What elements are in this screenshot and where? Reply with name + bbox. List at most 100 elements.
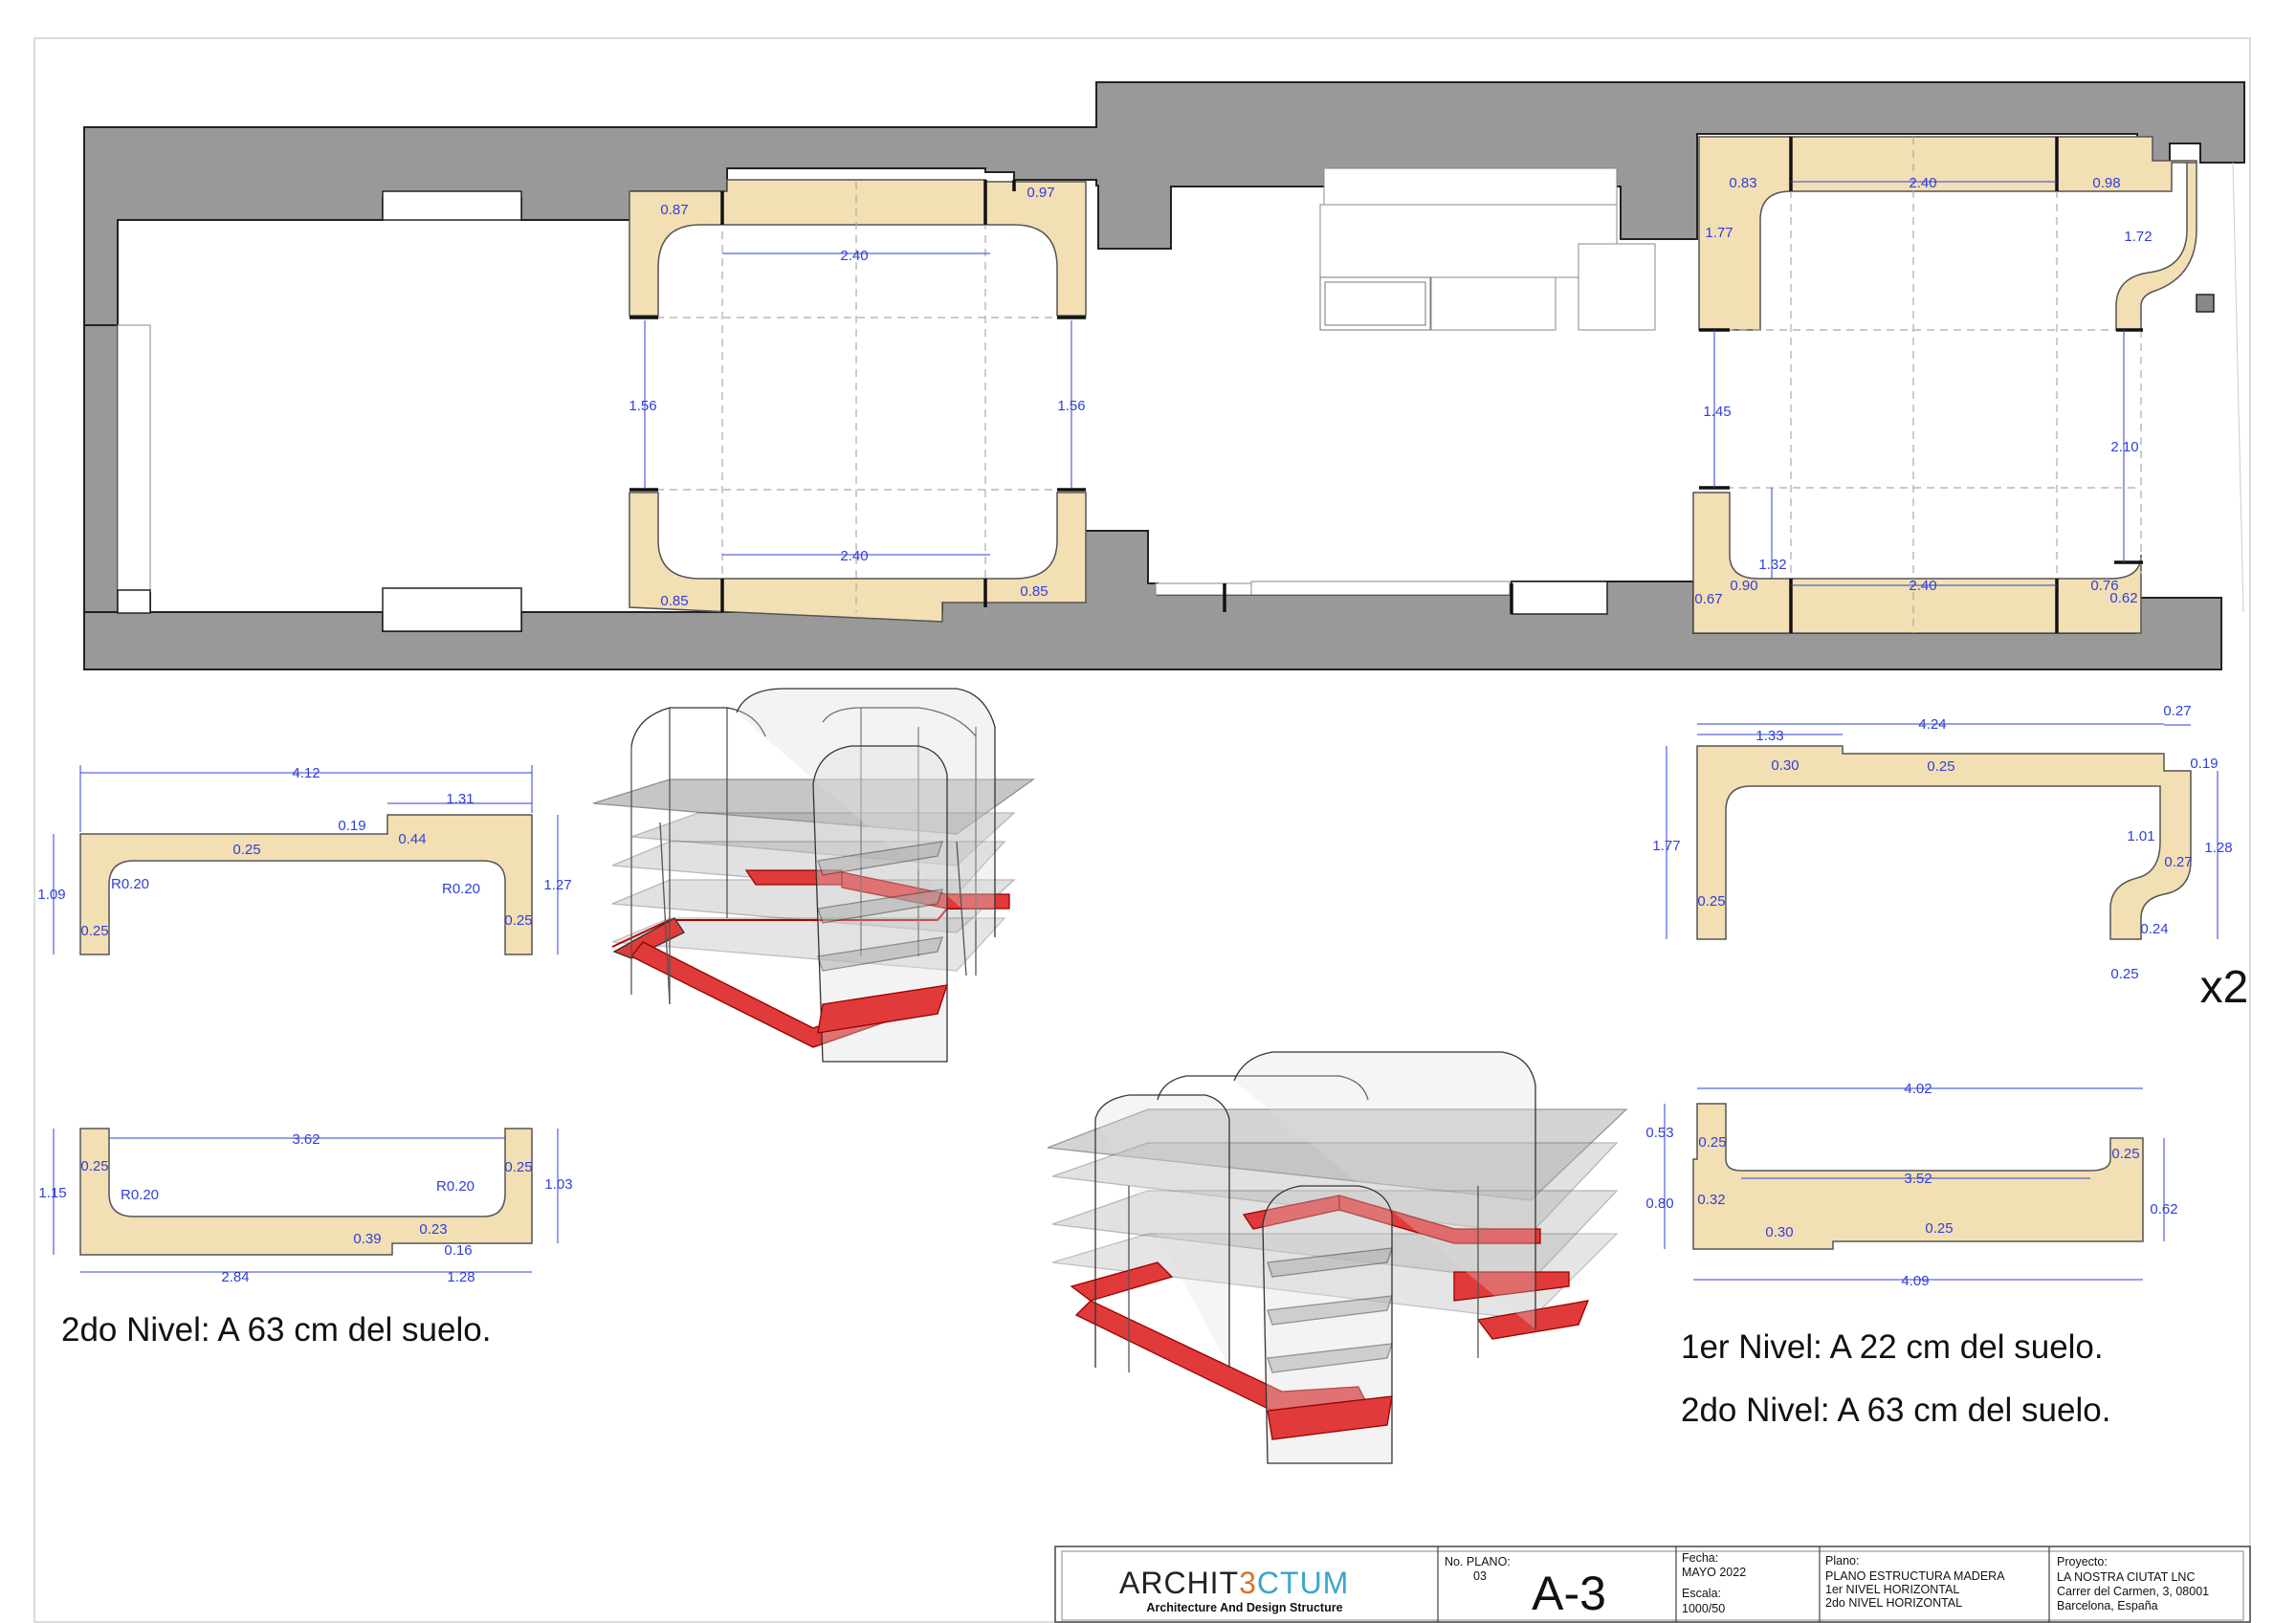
dim-right-bottom-right-outer: 0.62 <box>2109 590 2137 606</box>
piece-b-d1: 0.39 <box>353 1231 381 1247</box>
dim-left-top-right: 0.97 <box>1027 185 1054 201</box>
piece-d-w2: 0.25 <box>1925 1220 1953 1237</box>
piece-d-w1: 0.30 <box>1765 1224 1793 1240</box>
piece-c-step: 1.33 <box>1755 728 1783 744</box>
logo-tagline: Architecture And Design Structure <box>1146 1601 1342 1614</box>
floor-plan: 0.87 0.97 2.40 1.56 1.56 2.40 0.85 0.85 … <box>83 81 2245 670</box>
fecha-label: Fecha: <box>1682 1551 1718 1565</box>
dim-right-bottom-left-outer: 0.67 <box>1694 591 1722 607</box>
sheet-border <box>33 37 2251 1623</box>
plano-line-2: 1er NIVEL HORIZONTAL <box>1825 1583 1959 1596</box>
plano-line-3: 2do NIVEL HORIZONTAL <box>1825 1596 1962 1610</box>
piece-c-elevation: 4.24 1.33 0.27 0.30 0.25 0.19 1.77 1.28 … <box>1652 703 2248 1013</box>
piece-c-leg: 0.25 <box>1697 893 1725 910</box>
piece-a-elevation: 4.12 1.31 0.25 0.19 0.44 R0.20 R0.20 1.0… <box>37 765 572 955</box>
plano-no: 03 <box>1473 1569 1487 1583</box>
dim-left-bottom-left: 0.85 <box>660 593 688 609</box>
wall-west <box>83 324 119 613</box>
piece-a-height-left: 1.09 <box>37 887 65 903</box>
dim-right-top-span: 2.40 <box>1909 175 1936 191</box>
piece-d-left-total: 0.80 <box>1645 1195 1673 1212</box>
piece-a-notch-depth: 0.44 <box>398 831 426 847</box>
piece-a-leg-right: 0.25 <box>504 912 532 929</box>
plano-line-1: PLANO ESTRUCTURA MADERA <box>1825 1569 2005 1583</box>
piece-b-inner: 3.62 <box>292 1131 320 1148</box>
piece-d-elevation: 4.02 0.53 0.25 3.52 0.25 0.80 0.32 0.62 … <box>1645 1081 2177 1289</box>
proyecto-line-2: Carrer del Carmen, 3, 08001 <box>2057 1585 2209 1598</box>
caption-left: 2do Nivel: A 63 cm del suelo. <box>61 1311 491 1349</box>
dim-left-height-left: 1.56 <box>629 398 656 414</box>
piece-b-leg-left: 0.25 <box>80 1158 108 1174</box>
piece-c-curve: 0.27 <box>2164 854 2192 870</box>
dim-right-bottom-span: 2.40 <box>1909 578 1936 594</box>
piece-b-bottom-right: 1.28 <box>447 1269 475 1285</box>
piece-c-multiplier: x2 <box>2200 962 2249 1013</box>
piece-c-right-height: 1.28 <box>2204 840 2232 856</box>
dim-left-top-span: 2.40 <box>840 248 868 264</box>
dim-left-height-right: 1.56 <box>1057 398 1085 414</box>
piece-a-leg-left: 0.25 <box>80 923 108 939</box>
piece-b-d2: 0.23 <box>419 1221 447 1238</box>
proyecto-line-1: LA NOSTRA CIUTAT LNC <box>2057 1570 2195 1584</box>
escala-label: Escala: <box>1682 1587 1721 1600</box>
piece-c-height: 1.77 <box>1652 838 1680 854</box>
plano-no-label: No. PLANO: <box>1445 1555 1511 1568</box>
piece-a-step: 1.31 <box>446 791 474 807</box>
proyecto-label: Proyecto: <box>2057 1555 2108 1568</box>
piece-a-notch: 0.19 <box>338 818 365 834</box>
caption-right-1: 1er Nivel: A 22 cm del suelo. <box>1681 1328 2104 1366</box>
piece-b-height-left: 1.15 <box>38 1185 66 1201</box>
dim-left-bottom-right: 0.85 <box>1020 583 1048 600</box>
proyecto-line-3: Barcelona, España <box>2057 1599 2158 1612</box>
piece-b-radius-left: R0.20 <box>121 1187 159 1203</box>
piece-b-height-right: 1.03 <box>544 1176 572 1193</box>
logo: ARCHIT3CTUM <box>1119 1566 1349 1600</box>
piece-d-left-step: 0.32 <box>1697 1192 1725 1208</box>
piece-b-d3: 0.16 <box>444 1242 472 1259</box>
piece-d-right-total: 0.62 <box>2150 1201 2177 1217</box>
piece-a-width: 0.25 <box>232 842 260 858</box>
dim-right-inner-height: 1.32 <box>1758 557 1786 573</box>
fecha-value: MAYO 2022 <box>1682 1566 1746 1579</box>
dim-right-right-mid: 2.10 <box>2110 439 2138 455</box>
piece-a-length: 4.12 <box>292 765 320 781</box>
piece-d-inner: 3.52 <box>1904 1171 1932 1187</box>
piece-c-foot-width: 0.25 <box>2110 966 2138 982</box>
piece-a-radius-right: R0.20 <box>442 881 480 897</box>
caption-right-2: 2do Nivel: A 63 cm del suelo. <box>1681 1392 2110 1429</box>
piece-a-radius-left: R0.20 <box>111 876 149 892</box>
piece-c-w2: 0.25 <box>1927 758 1954 775</box>
piece-b-bottom-left: 2.84 <box>221 1269 249 1285</box>
piece-a-height-right: 1.27 <box>543 877 571 893</box>
escala-value: 1000/50 <box>1682 1602 1725 1615</box>
dim-right-top-right: 0.98 <box>2092 175 2120 191</box>
piece-c-foot: 0.24 <box>2140 921 2168 937</box>
piece-d-right-leg: 0.25 <box>2111 1146 2139 1162</box>
dim-right-top-left: 0.83 <box>1729 175 1756 191</box>
dim-right-left-upper: 1.77 <box>1705 225 1733 241</box>
dim-right-right-upper: 1.72 <box>2124 229 2152 245</box>
piece-c-notch: 0.19 <box>2190 756 2218 772</box>
piece-d-top: 4.02 <box>1904 1081 1932 1097</box>
axonometric-view-1 <box>592 688 1036 1063</box>
axonometric-view-2 <box>1047 1051 1628 1464</box>
piece-d-left-height: 0.53 <box>1645 1125 1673 1141</box>
drawing-sheet: 0.87 0.97 2.40 1.56 1.56 2.40 0.85 0.85 … <box>33 37 2251 1623</box>
piece-d-bottom: 4.09 <box>1901 1273 1929 1289</box>
piece-c-w1: 0.30 <box>1771 757 1799 774</box>
dim-right-bottom-left: 0.90 <box>1730 578 1757 594</box>
piece-c-top-right: 0.27 <box>2163 703 2191 719</box>
sheet-number: A-3 <box>1532 1567 1606 1620</box>
piece-b-leg-right: 0.25 <box>504 1159 532 1175</box>
dim-left-bottom-span: 2.40 <box>840 548 868 564</box>
dim-left-top-left: 0.87 <box>660 202 688 218</box>
piece-c-overall: 4.24 <box>1918 716 1946 733</box>
piece-b-radius-right: R0.20 <box>436 1178 475 1195</box>
plano-label: Plano: <box>1825 1554 1859 1568</box>
piece-d-left-leg: 0.25 <box>1698 1134 1726 1151</box>
title-block: ARCHIT3CTUM Architecture And Design Stru… <box>1054 1546 2251 1623</box>
piece-b-elevation: 3.62 0.25 0.25 R0.20 R0.20 1.15 1.03 0.3… <box>38 1128 573 1285</box>
right-module-frame-top <box>1698 136 2197 331</box>
piece-c-inner-right: 1.01 <box>2127 828 2154 844</box>
dim-right-left-mid: 1.45 <box>1703 404 1731 420</box>
